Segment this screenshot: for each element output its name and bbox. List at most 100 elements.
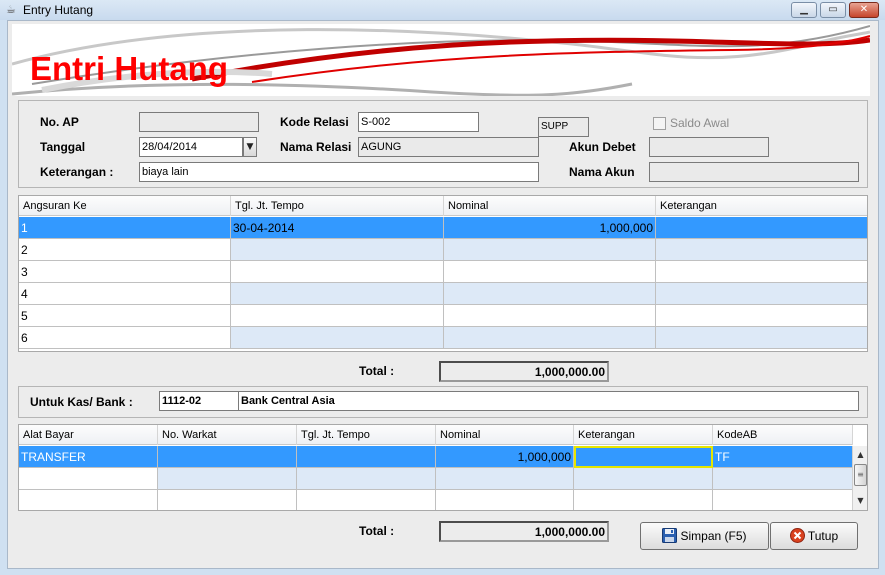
column-header[interactable]: Nominal (436, 425, 574, 445)
table-cell[interactable] (158, 490, 297, 510)
tanggal-field[interactable]: 28/04/2014 (139, 137, 243, 157)
nama-relasi-label: Nama Relasi (280, 140, 352, 154)
close-button[interactable]: Tutup (770, 522, 858, 550)
column-header[interactable]: Keterangan (574, 425, 713, 445)
kode-relasi-field[interactable]: S-002 (358, 112, 479, 132)
kas-bank-name-field[interactable]: Bank Central Asia (238, 391, 859, 411)
table-cell[interactable]: 1,000,000 (436, 446, 574, 468)
table-row[interactable]: 1 30-04-2014 1,000,000 (19, 217, 867, 239)
table-cell[interactable] (713, 490, 853, 510)
table-row[interactable] (19, 468, 853, 490)
table-cell[interactable] (574, 468, 713, 490)
keterangan-label: Keterangan : (40, 165, 114, 179)
scroll-thumb[interactable]: ≡ (854, 464, 867, 486)
table-row[interactable]: 3 (19, 261, 867, 283)
tanggal-label: Tanggal (40, 140, 86, 154)
table-row[interactable] (19, 490, 853, 510)
payments-total-label: Total : (359, 524, 395, 538)
table-cell[interactable] (436, 468, 574, 490)
table-cell[interactable] (656, 261, 867, 283)
table-cell[interactable]: 6 (19, 327, 231, 349)
table-cell[interactable] (436, 490, 574, 510)
table-cell[interactable]: 1,000,000 (444, 217, 656, 239)
close-window-button[interactable]: ✕ (849, 2, 879, 18)
scroll-down-icon[interactable]: ▼ (853, 494, 867, 508)
date-dropdown-button[interactable]: ▼ (243, 137, 257, 157)
table-cell[interactable] (158, 446, 297, 468)
table-cell[interactable] (19, 490, 158, 510)
payments-scrollbar[interactable]: ▲ ≡ ▼ (852, 446, 867, 510)
column-header[interactable]: Keterangan (656, 196, 867, 216)
table-cell[interactable] (444, 283, 656, 305)
minimize-button[interactable]: ▁ (791, 2, 817, 18)
table-cell[interactable] (713, 468, 853, 490)
table-cell[interactable] (444, 239, 656, 261)
payments-header: Alat Bayar No. Warkat Tgl. Jt. Tempo Nom… (19, 425, 853, 445)
saldo-awal-checkbox[interactable] (653, 117, 666, 130)
maximize-button[interactable]: ▭ (820, 2, 846, 18)
table-cell[interactable] (297, 490, 436, 510)
table-cell[interactable] (656, 283, 867, 305)
table-row[interactable]: 4 (19, 283, 867, 305)
table-cell[interactable]: TRANSFER (19, 446, 158, 468)
installments-table: Angsuran Ke Tgl. Jt. Tempo Nominal Keter… (18, 195, 868, 352)
column-header[interactable]: Tgl. Jt. Tempo (231, 196, 444, 216)
kas-bank-code-field[interactable]: 1112-02 (159, 391, 239, 411)
table-cell[interactable] (297, 468, 436, 490)
column-header[interactable]: Alat Bayar (19, 425, 158, 445)
installments-total-label: Total : (359, 364, 395, 378)
table-cell[interactable]: 2 (19, 239, 231, 261)
table-cell[interactable] (656, 327, 867, 349)
table-cell[interactable] (297, 446, 436, 468)
table-cell[interactable] (656, 239, 867, 261)
save-button[interactable]: Simpan (F5) (640, 522, 769, 550)
table-cell[interactable] (231, 305, 444, 327)
table-cell[interactable] (444, 305, 656, 327)
column-header[interactable]: Nominal (444, 196, 656, 216)
column-header[interactable]: No. Warkat (158, 425, 297, 445)
table-cell[interactable] (158, 468, 297, 490)
table-row[interactable]: 6 (19, 327, 867, 349)
table-cell-focused[interactable] (574, 446, 713, 468)
scroll-up-icon[interactable]: ▲ (853, 448, 867, 462)
close-button-label: Tutup (807, 529, 839, 543)
table-cell[interactable]: TF (713, 446, 853, 468)
table-cell[interactable]: 4 (19, 283, 231, 305)
saldo-awal-label: Saldo Awal (670, 116, 730, 130)
kas-bank-label: Untuk Kas/ Bank : (30, 395, 133, 409)
table-cell[interactable]: 5 (19, 305, 231, 327)
installments-header: Angsuran Ke Tgl. Jt. Tempo Nominal Keter… (19, 196, 867, 216)
no-ap-field[interactable] (139, 112, 259, 132)
floppy-disk-icon (662, 526, 678, 543)
table-row[interactable]: 2 (19, 239, 867, 261)
table-cell[interactable]: 30-04-2014 (231, 217, 444, 239)
table-cell[interactable]: 3 (19, 261, 231, 283)
table-cell[interactable] (656, 305, 867, 327)
table-cell[interactable] (231, 261, 444, 283)
table-cell[interactable] (19, 468, 158, 490)
table-cell[interactable] (444, 261, 656, 283)
column-header[interactable]: KodeAB (713, 425, 853, 445)
nama-relasi-field[interactable]: AGUNG (358, 137, 539, 157)
table-row[interactable]: 5 (19, 305, 867, 327)
table-cell[interactable] (444, 327, 656, 349)
banner-title: Entri Hutang (30, 50, 228, 87)
java-app-icon: ☕ (6, 3, 16, 16)
kode-relasi-label: Kode Relasi (280, 115, 349, 129)
relasi-type-field: SUPP (538, 117, 589, 137)
keterangan-field[interactable]: biaya lain (139, 162, 539, 182)
akun-debet-field[interactable] (649, 137, 769, 157)
table-cell[interactable] (231, 283, 444, 305)
table-cell[interactable] (574, 490, 713, 510)
title-bar[interactable]: ☕ Entry Hutang ▁ ▭ ✕ (0, 0, 885, 20)
nama-akun-label: Nama Akun (569, 165, 635, 179)
column-header[interactable]: Tgl. Jt. Tempo (297, 425, 436, 445)
payments-total-field: 1,000,000.00 (439, 521, 609, 542)
table-cell[interactable] (231, 327, 444, 349)
table-cell[interactable]: 1 (19, 217, 231, 239)
table-cell[interactable] (656, 217, 867, 239)
table-row[interactable]: TRANSFER 1,000,000 TF (19, 446, 853, 468)
column-header[interactable]: Angsuran Ke (19, 196, 231, 216)
nama-akun-field[interactable] (649, 162, 859, 182)
table-cell[interactable] (231, 239, 444, 261)
